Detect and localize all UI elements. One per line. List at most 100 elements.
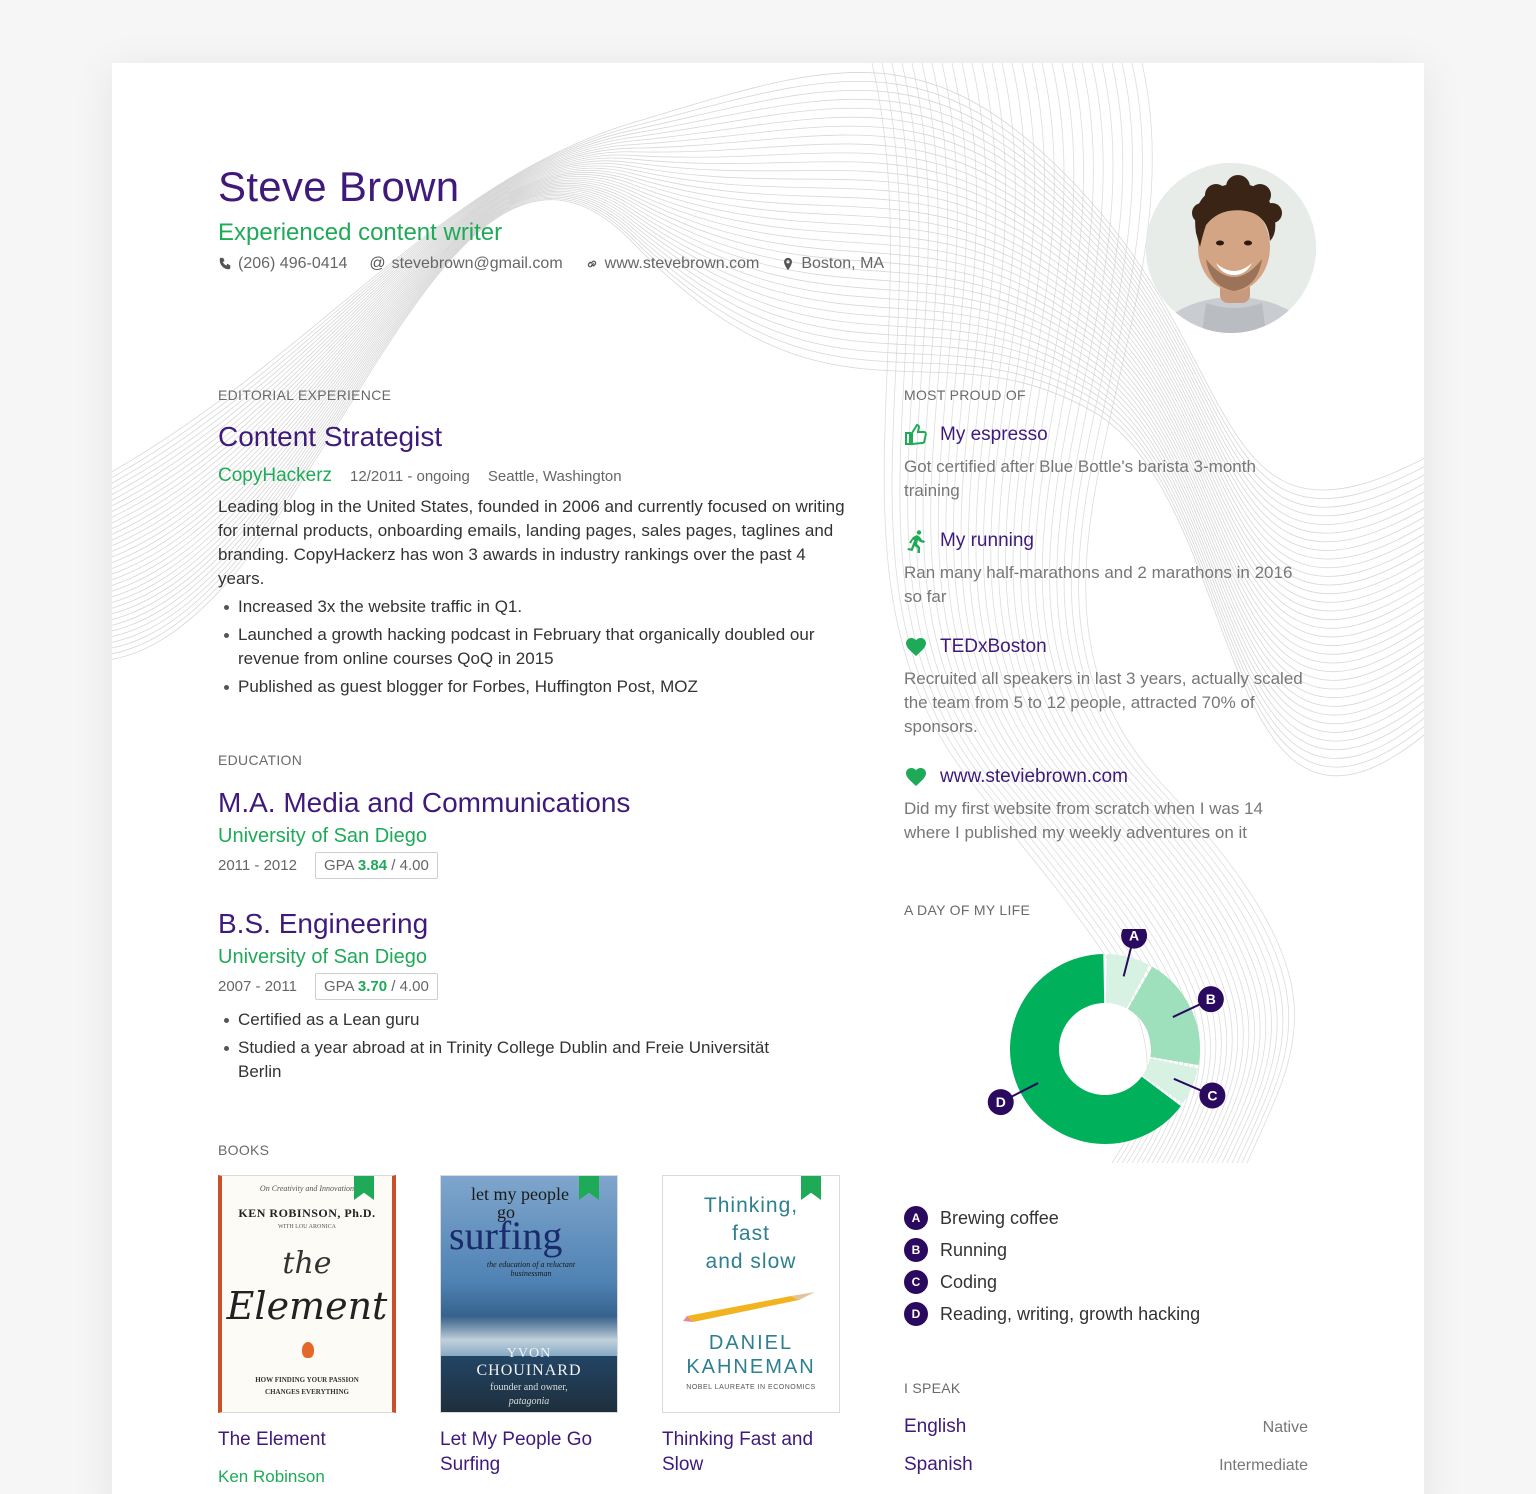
book-title[interactable]: The Element	[218, 1427, 398, 1452]
section-title-experience: EDITORIAL EXPERIENCE	[218, 387, 392, 403]
proud-title: My running	[940, 530, 1034, 551]
cover-subtitle: HOW FINDING YOUR PASSION	[255, 1376, 359, 1384]
book-title[interactable]: Thinking Fast and Slow	[662, 1427, 842, 1477]
job-meta: CopyHackerz 12/2011 - ongoing Seattle, W…	[218, 465, 622, 487]
list-item: Studied a year abroad at in Trinity Coll…	[218, 1036, 778, 1084]
email-text: stevebrown@gmail.com	[391, 255, 563, 272]
resume-page: Steve Brown Experienced content writer (…	[112, 63, 1424, 1494]
proud-heading: TEDxBoston	[904, 635, 1314, 659]
list-item: Increased 3x the website traffic in Q1.	[218, 595, 848, 619]
gpa-max: / 4.00	[391, 978, 429, 995]
avatar	[1146, 163, 1316, 333]
phone-icon	[219, 257, 231, 270]
cover-coauthor: WITH LOU ARONICA	[278, 1224, 336, 1230]
cover-title-line: Thinking,	[703, 1194, 799, 1217]
avatar-portrait	[1146, 163, 1316, 333]
degree-bullets: Certified as a Lean guru Studied a year …	[218, 1008, 778, 1084]
proud-item: TEDxBoston Recruited all speakers in las…	[904, 635, 1314, 739]
donut-label-a: A	[1129, 929, 1139, 944]
gpa-label: GPA	[323, 857, 354, 874]
phone-text: (206) 496-0414	[238, 255, 348, 272]
gpa-value: 3.70	[357, 978, 388, 995]
contact-email[interactable]: @ stevebrown@gmail.com	[369, 255, 562, 273]
section-title-books: BOOKS	[218, 1142, 270, 1158]
cover-author: KEN ROBINSON, Ph.D.	[238, 1206, 376, 1220]
proud-text: Ran many half-marathons and 2 marathons …	[904, 563, 1293, 606]
language-row: English Native	[904, 1416, 1308, 1438]
proud-item: My espresso Got certified after Blue Bot…	[904, 423, 1314, 503]
degree-meta: 2011 - 2012 GPA 3.84 / 4.00	[218, 852, 630, 879]
legend-badge: A	[904, 1206, 928, 1230]
proud-title: TEDxBoston	[940, 636, 1047, 657]
cover-author: YVON	[506, 1346, 552, 1361]
cover-title-top: the	[282, 1246, 332, 1281]
contact-phone[interactable]: (206) 496-0414	[218, 255, 347, 273]
book-cover[interactable]: let my people go surfing the education o…	[440, 1175, 618, 1413]
at-icon: @	[369, 255, 386, 272]
cover-title-line: and slow	[705, 1250, 797, 1273]
legend-label: Running	[940, 1239, 1008, 1260]
cover-title-line: let my people	[471, 1184, 569, 1204]
cover-title: surfing	[449, 1213, 563, 1258]
legend-badge: D	[904, 1302, 928, 1326]
running-icon	[907, 530, 925, 553]
education-entry: M.A. Media and Communications University…	[218, 787, 630, 879]
legend-item: A Brewing coffee	[904, 1202, 1200, 1234]
job-description: Leading blog in the United States, found…	[218, 497, 845, 588]
section-title-proud: MOST PROUD OF	[904, 387, 1026, 403]
degree-years: 2007 - 2011	[218, 978, 297, 995]
contact-location: Boston, MA	[781, 255, 884, 273]
job-title: Content Strategist	[218, 421, 443, 452]
school-name: University of San Diego	[218, 946, 427, 968]
bookmark-icon	[579, 1176, 599, 1200]
proud-title: My espresso	[940, 424, 1048, 445]
donut-label-b: B	[1206, 991, 1216, 1007]
cover-subtitle: CHANGES EVERYTHING	[265, 1388, 349, 1396]
company-name: CopyHackerz	[218, 465, 333, 486]
gpa-max: / 4.00	[391, 857, 429, 874]
section-title-speak: I SPEAK	[904, 1380, 961, 1396]
profile-headline: Experienced content writer	[218, 219, 503, 246]
legend-item: B Running	[904, 1234, 1200, 1266]
cover-author: KAHNEMAN	[686, 1356, 816, 1378]
gpa-badge: GPA 3.84 / 4.00	[314, 852, 438, 879]
section-title-education: EDUCATION	[218, 752, 303, 768]
job-location: Seattle, Washington	[487, 468, 622, 485]
book-cover[interactable]: Thinking, fast and slow DANIEL KAHNEMAN …	[662, 1175, 840, 1413]
donut-label-c: C	[1207, 1087, 1217, 1103]
gpa-badge: GPA 3.70 / 4.00	[314, 973, 438, 1000]
book-cover[interactable]: On Creativity and Innovation KEN ROBINSO…	[218, 1175, 396, 1413]
education-entry: B.S. Engineering University of San Diego…	[218, 908, 848, 1088]
proud-text: Did my first website from scratch when I…	[904, 799, 1264, 842]
language-name: English	[904, 1416, 967, 1437]
contact-website[interactable]: www.stevebrown.com	[585, 255, 759, 273]
proud-text: Recruited all speakers in last 3 years, …	[904, 669, 1303, 736]
legend-item: C Coding	[904, 1266, 1200, 1298]
proud-heading: www.steviebrown.com	[904, 765, 1314, 789]
cover-author-role: founder and owner,	[490, 1382, 568, 1393]
proud-title[interactable]: www.steviebrown.com	[940, 766, 1128, 788]
degree-meta: 2007 - 2011 GPA 3.70 / 4.00	[218, 973, 848, 1000]
book-title[interactable]: Let My People Go Surfing	[440, 1427, 620, 1477]
link-icon	[587, 260, 596, 268]
degree-title: B.S. Engineering	[218, 908, 429, 939]
flame-icon	[302, 1342, 314, 1358]
list-item: Certified as a Lean guru	[218, 1008, 778, 1032]
list-item: Published as guest blogger for Forbes, H…	[218, 675, 848, 699]
cover-brand: patagonia	[508, 1396, 550, 1407]
pencil-icon	[683, 1292, 815, 1322]
location-text: Boston, MA	[801, 255, 885, 272]
legend-label: Reading, writing, growth hacking	[940, 1303, 1201, 1324]
gpa-label: GPA	[323, 978, 354, 995]
cover-title: Element	[226, 1284, 388, 1328]
language-level: Native	[1262, 1419, 1308, 1436]
legend-item: D Reading, writing, growth hacking	[904, 1298, 1200, 1330]
list-item: Launched a growth hacking podcast in Feb…	[218, 623, 848, 671]
language-row: Spanish Intermediate	[904, 1454, 1308, 1476]
contact-bar: (206) 496-0414 @ stevebrown@gmail.com ww…	[218, 255, 884, 273]
job-dates: 12/2011 - ongoing	[350, 468, 470, 485]
cover-title-line: fast	[732, 1222, 770, 1245]
map-pin-icon	[784, 257, 793, 271]
heart-icon	[906, 768, 926, 786]
legend-label: Coding	[940, 1271, 998, 1292]
